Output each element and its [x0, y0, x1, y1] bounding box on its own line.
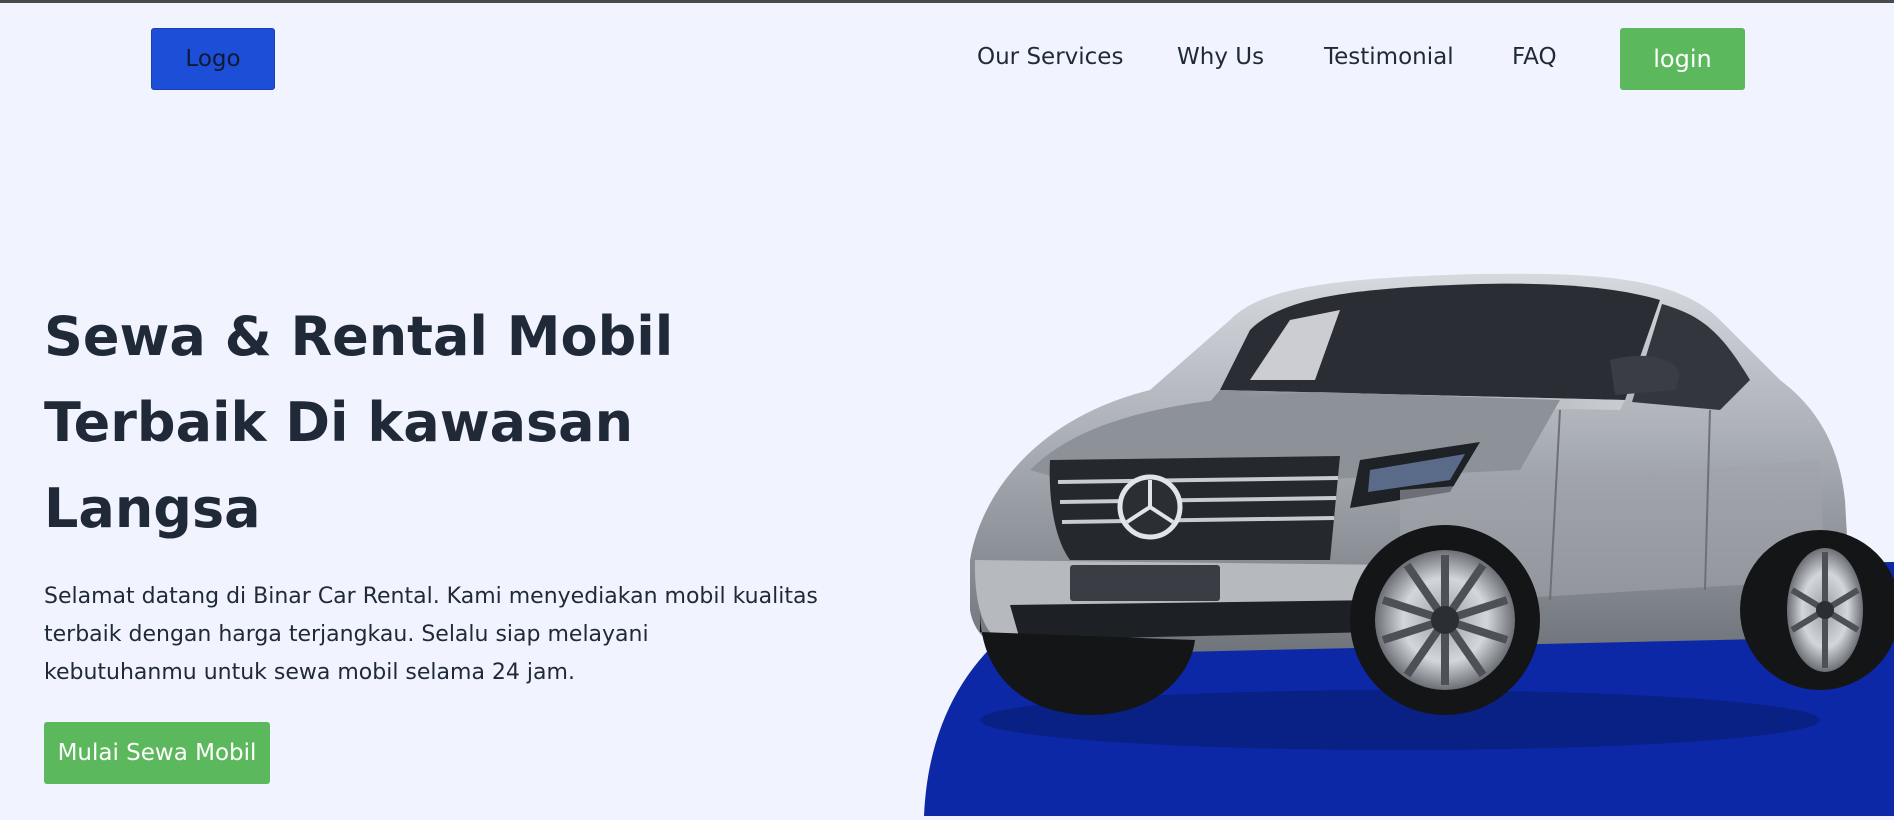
top-border: [0, 0, 1894, 3]
hero-description-line: terbaik dengan harga terjangkau. Selalu …: [44, 622, 649, 647]
hero-title: Sewa & Rental Mobil Terbaik Di kawasan L…: [44, 294, 744, 552]
nav-link-testimonial[interactable]: Testimonial: [1324, 44, 1454, 70]
hero-description-line: Selamat datang di Binar Car Rental. Kami…: [44, 584, 818, 609]
hero-description: Selamat datang di Binar Car Rental. Kami…: [44, 578, 834, 692]
hero-car-illustration: [920, 260, 1894, 816]
nav-link-why-us[interactable]: Why Us: [1177, 44, 1264, 70]
login-button[interactable]: login: [1620, 28, 1745, 90]
nav-link-faq[interactable]: FAQ: [1512, 44, 1557, 70]
hero-title-line: Sewa & Rental Mobil: [44, 305, 674, 368]
hero-description-line: kebutuhanmu untuk sewa mobil selama 24 j…: [44, 660, 575, 685]
hero-title-line: Terbaik Di kawasan: [44, 391, 634, 454]
rear-wheel: [1740, 530, 1894, 690]
front-wheel: [1350, 525, 1540, 715]
logo[interactable]: Logo: [151, 28, 275, 90]
start-rental-button[interactable]: Mulai Sewa Mobil: [44, 722, 270, 784]
hero-title-line: Langsa: [44, 477, 261, 540]
nav-link-our-services[interactable]: Our Services: [977, 44, 1123, 70]
car-image: [924, 273, 1894, 816]
